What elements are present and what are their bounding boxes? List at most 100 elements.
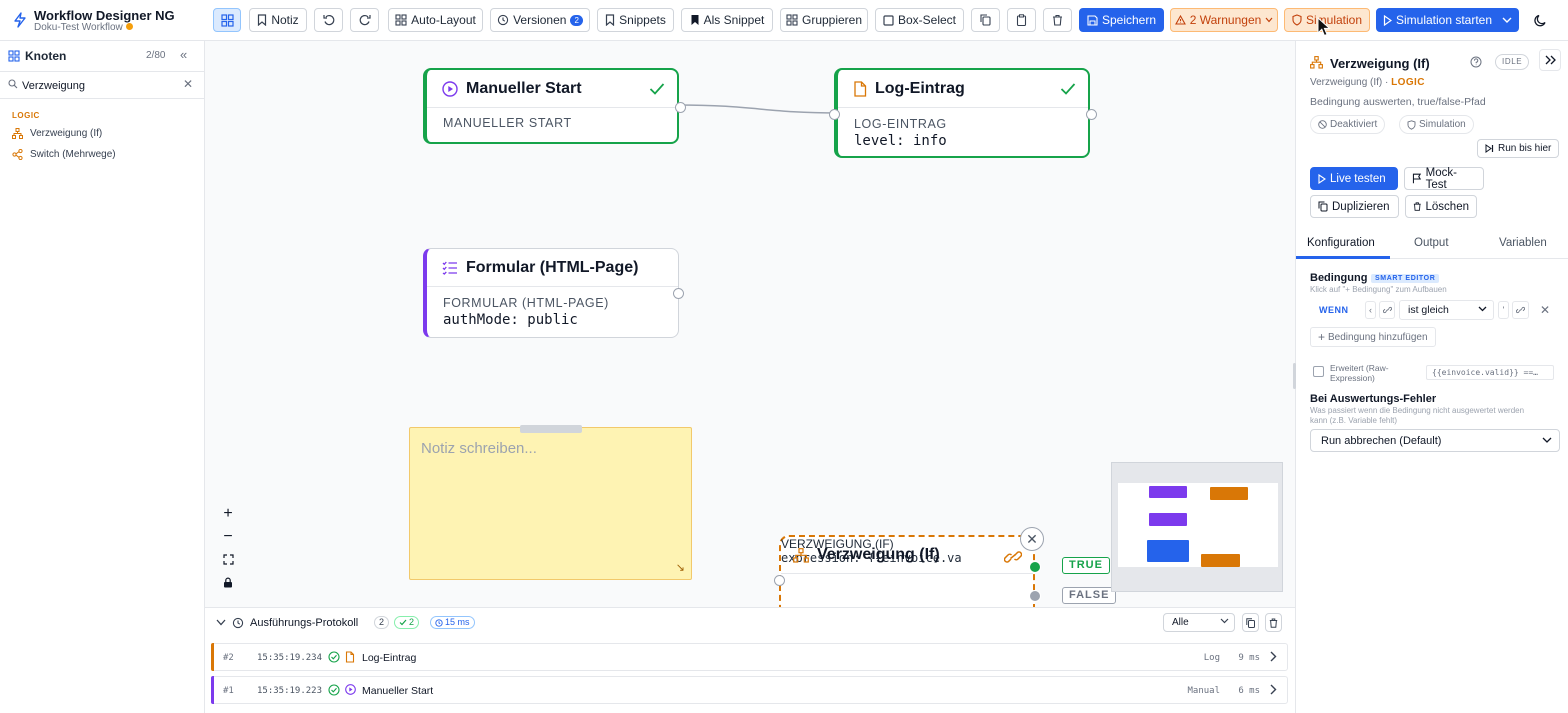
- advanced-checkbox[interactable]: [1313, 366, 1324, 377]
- log-count-text: 2: [379, 617, 385, 627]
- operator-select[interactable]: ist gleich: [1399, 300, 1494, 320]
- sticky-note[interactable]: Notiz schreiben... ↘: [409, 425, 692, 580]
- delete-node-button[interactable]: Löschen: [1405, 195, 1477, 218]
- auto-layout-button[interactable]: Auto-Layout: [388, 8, 483, 32]
- collapse-sidebar-icon[interactable]: «: [180, 47, 187, 62]
- chevron-right-icon[interactable]: [1270, 684, 1277, 695]
- simulation-chip[interactable]: Simulation: [1399, 115, 1474, 134]
- save-as-snippet-label: Als Snippet: [703, 13, 765, 27]
- search-input[interactable]: [22, 76, 182, 96]
- node-search: ✕: [0, 71, 204, 99]
- log-row-kind: Log: [1203, 653, 1220, 663]
- warnings-dropdown[interactable]: 2 Warnungen: [1170, 8, 1278, 32]
- node-log-entry[interactable]: Log-Eintrag LOG-EINTRAG level: info: [829, 68, 1097, 158]
- step-forward-icon: [1485, 144, 1494, 153]
- left-operand-field[interactable]: ‹: [1365, 301, 1376, 319]
- palette-item-if[interactable]: Verzweigung (If): [12, 124, 102, 142]
- right-operand-link-button[interactable]: [1512, 301, 1529, 319]
- node-form[interactable]: Formular (HTML-Page) FORMULAR (HTML-PAGE…: [423, 248, 684, 338]
- zoom-in-icon[interactable]: +: [223, 502, 232, 525]
- disable-node-chip[interactable]: Deaktiviert: [1310, 115, 1386, 134]
- edge-start-to-log[interactable]: [677, 104, 839, 114]
- save-icon: [1087, 14, 1098, 26]
- auto-layout-label: Auto-Layout: [411, 13, 476, 27]
- success-count-text: 2: [409, 617, 415, 627]
- raw-expression-input[interactable]: {{einvoice.valid}} ==…: [1426, 365, 1554, 380]
- note-drag-handle[interactable]: [520, 425, 582, 433]
- right-operand-field[interactable]: ': [1498, 301, 1509, 319]
- add-condition-button[interactable]: + Bedingung hinzufügen: [1310, 327, 1436, 347]
- remove-condition-icon[interactable]: ✕: [1540, 303, 1550, 317]
- resize-handle-icon[interactable]: ↘: [676, 561, 685, 574]
- box-select-button[interactable]: Box-Select: [875, 8, 964, 32]
- error-handling-select[interactable]: Run abbrechen (Default): [1310, 429, 1560, 452]
- bookmark-icon: [258, 14, 267, 26]
- palette-item-switch[interactable]: Switch (Mehrwege): [12, 145, 116, 163]
- chevron-right-icon[interactable]: [1270, 651, 1277, 662]
- zoom-out-icon[interactable]: −: [223, 525, 232, 548]
- bookmark-filled-icon: [691, 15, 699, 25]
- tab-output[interactable]: Output: [1414, 237, 1449, 249]
- note-button[interactable]: Notiz: [249, 8, 307, 32]
- delete-button[interactable]: [1043, 8, 1072, 32]
- close-node-icon[interactable]: ✕: [1020, 527, 1044, 551]
- check-icon: [649, 83, 665, 95]
- close-panel-button[interactable]: [1539, 49, 1561, 71]
- snippets-button[interactable]: Snippets: [597, 8, 674, 32]
- output-port[interactable]: [675, 102, 686, 113]
- left-operand-link-button[interactable]: [1379, 301, 1395, 319]
- false-port[interactable]: [1029, 590, 1041, 602]
- file-icon: [854, 80, 867, 97]
- help-circle-icon[interactable]: [1470, 56, 1482, 68]
- log-row[interactable]: #2 15:35:19.234 Log-Eintrag Log 9 ms: [211, 643, 1288, 671]
- save-as-snippet-button[interactable]: Als Snippet: [681, 8, 773, 32]
- log-row-accent: [211, 676, 214, 704]
- log-row[interactable]: #1 15:35:19.223 Manueller Start Manual 6…: [211, 676, 1288, 704]
- copy-log-button[interactable]: [1242, 613, 1259, 632]
- chevron-down-icon[interactable]: [216, 619, 226, 626]
- clear-search-icon[interactable]: ✕: [183, 77, 193, 91]
- grid-view-button[interactable]: [213, 8, 241, 32]
- mock-test-button[interactable]: Mock-Test: [1404, 167, 1484, 191]
- node-manual-start[interactable]: Manueller Start MANUELLER START: [423, 68, 686, 144]
- workflow-canvas[interactable]: Manueller Start MANUELLER START Log-Eint…: [205, 41, 1295, 607]
- paste-button[interactable]: [1007, 8, 1036, 32]
- save-button[interactable]: Speichern: [1079, 8, 1164, 32]
- undo-button[interactable]: [314, 8, 343, 32]
- node-if-selected[interactable]: Verzweigung (If) VERZWEIGUNG (IF) expres…: [774, 527, 1044, 607]
- true-port[interactable]: [1029, 561, 1041, 573]
- fit-view-glyph: [222, 554, 234, 565]
- run-until-here-button[interactable]: Run bis hier: [1477, 139, 1560, 158]
- error-handling-label: Bei Auswertungs-Fehler: [1310, 393, 1437, 405]
- panel-subtitle: Verzweigung (If) · LOGIC: [1310, 77, 1425, 88]
- condition-keyword: WENN: [1319, 305, 1349, 315]
- start-simulation-button[interactable]: Simulation starten: [1376, 8, 1519, 32]
- output-port[interactable]: [673, 288, 684, 299]
- output-port[interactable]: [1086, 109, 1097, 120]
- log-filter-select[interactable]: Alle: [1163, 613, 1235, 632]
- minimap[interactable]: [1111, 462, 1283, 592]
- group-button[interactable]: Gruppieren: [780, 8, 868, 32]
- panel-resize-handle[interactable]: [1293, 363, 1296, 389]
- live-test-button[interactable]: Live testen: [1310, 167, 1398, 190]
- plus-icon: +: [1318, 330, 1326, 344]
- tab-konfiguration[interactable]: Konfiguration: [1307, 237, 1375, 249]
- duplicate-button[interactable]: Duplizieren: [1310, 195, 1399, 218]
- disable-node-label: Deaktiviert: [1330, 119, 1378, 130]
- theme-toggle-button[interactable]: [1527, 8, 1554, 32]
- fit-view-icon[interactable]: [222, 548, 234, 571]
- log-row-duration: 9 ms: [1238, 653, 1260, 663]
- sidebar-header: Knoten: [8, 49, 66, 63]
- lock-icon[interactable]: [223, 571, 233, 594]
- log-row-time: 15:35:19.234: [257, 653, 323, 663]
- input-port[interactable]: [774, 575, 785, 586]
- versions-button[interactable]: Versionen 2: [490, 8, 590, 32]
- lock-glyph: [224, 577, 232, 588]
- add-condition-label: Bedingung hinzufügen: [1328, 331, 1428, 343]
- copy-button[interactable]: [971, 8, 1000, 32]
- redo-button[interactable]: [350, 8, 379, 32]
- input-port[interactable]: [829, 109, 840, 120]
- tab-variablen[interactable]: Variablen: [1499, 237, 1547, 249]
- note-placeholder[interactable]: Notiz schreiben...: [421, 440, 537, 457]
- clear-log-button[interactable]: [1265, 613, 1282, 632]
